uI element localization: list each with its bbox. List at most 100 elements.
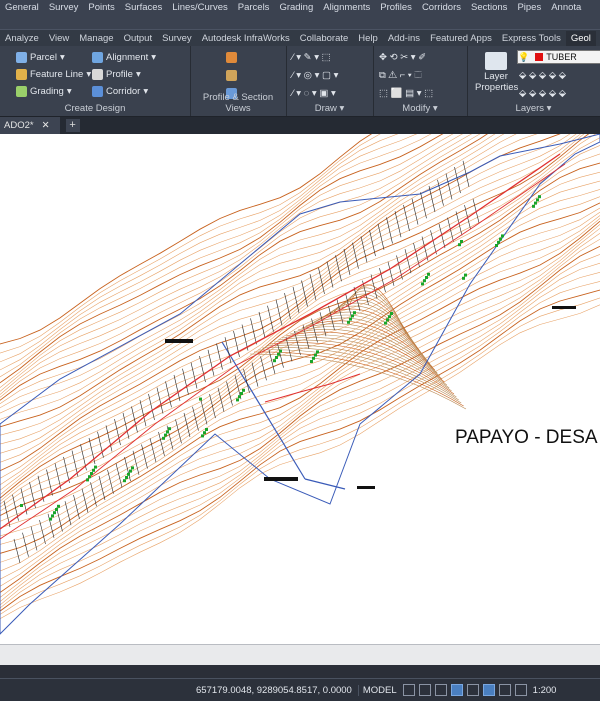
tree-marker xyxy=(347,320,350,324)
layer-stack-icon xyxy=(485,52,507,70)
menu-item-surfaces[interactable]: Surfaces xyxy=(120,2,168,13)
menu-item-profiles[interactable]: Profiles xyxy=(375,2,417,13)
layer-tools-row-2[interactable]: ⬙ ⬙ ⬙ ⬙ ⬙ xyxy=(519,88,566,99)
feature-line-label: Feature Line xyxy=(30,69,84,80)
copy-button[interactable]: ⧉ ⚠ ⌐ ▾ ⬚ xyxy=(379,70,422,81)
layer-tools-row-1[interactable]: ⬙ ⬙ ⬙ ⬙ ⬙ xyxy=(519,70,566,81)
lot-line xyxy=(260,356,267,381)
corridor-button[interactable]: Corridor ▾ xyxy=(92,86,148,97)
grid-icon[interactable] xyxy=(402,684,415,696)
move-button[interactable]: ✥ ⟲ ✂ ▾ ✐ xyxy=(379,52,426,63)
lot-line xyxy=(63,456,70,483)
tab-add-ins[interactable]: Add-ins xyxy=(383,33,425,44)
ribbon-tab-bar: Analyze View Manage Output Survey Autodesk In… xyxy=(0,29,600,47)
layer-properties-button[interactable]: Layer Properties xyxy=(475,52,518,93)
contour-line xyxy=(0,162,600,499)
menu-item-corridors[interactable]: Corridors xyxy=(417,2,466,13)
arc-tool-button[interactable]: ⁄ ▾ ◌ ▾ ▣ ▾ xyxy=(292,88,336,99)
alignment-button[interactable]: Alignment ▾ xyxy=(92,52,156,63)
tree-marker xyxy=(55,508,58,511)
tab-output[interactable]: Output xyxy=(119,33,158,44)
tree-marker xyxy=(316,350,319,354)
modify-title[interactable]: Modify ▾ xyxy=(373,103,467,114)
menu-item-survey[interactable]: Survey xyxy=(44,2,84,13)
lot-line xyxy=(335,255,342,282)
tree-marker xyxy=(458,243,461,247)
annotation-scale[interactable]: 1:200 xyxy=(533,685,557,696)
circle-tool-button[interactable]: ⁄ ▾ ◎ ▾ ▢ ▾ xyxy=(292,70,338,81)
tab-survey[interactable]: Survey xyxy=(157,33,197,44)
transparency-icon[interactable] xyxy=(514,684,527,696)
tree-marker xyxy=(127,472,130,476)
move-icon: ✥ ⟲ ✂ ▾ ✐ xyxy=(379,52,427,63)
model-space-button[interactable]: MODEL xyxy=(357,684,401,696)
tree-marker xyxy=(495,244,498,247)
osnap-icon[interactable] xyxy=(482,684,495,696)
menu-item-pipes[interactable]: Pipes xyxy=(512,2,546,13)
snap-icon[interactable] xyxy=(418,684,431,696)
menu-item-parcels[interactable]: Parcels xyxy=(233,2,275,13)
contour-line xyxy=(0,134,463,392)
tab-manage[interactable]: Manage xyxy=(74,33,118,44)
grading-button[interactable]: Grading ▾ xyxy=(16,86,72,97)
menu-item-alignments[interactable]: Alignments xyxy=(318,2,375,13)
menu-item-points[interactable]: Points xyxy=(83,2,119,13)
tree-marker xyxy=(384,321,387,325)
menu-item-sections[interactable]: Sections xyxy=(466,2,512,13)
layers-title[interactable]: Layers ▾ xyxy=(467,103,600,114)
profile-button[interactable]: Profile ▾ xyxy=(92,69,141,80)
tab-analyze[interactable]: Analyze xyxy=(0,33,44,44)
status-bar: 657179.0048, 9289054.8517, 0.0000 MODEL … xyxy=(0,678,600,701)
lot-line xyxy=(352,242,359,269)
lineweight-icon[interactable] xyxy=(498,684,511,696)
contour-line xyxy=(0,134,571,436)
tree-marker xyxy=(57,504,60,508)
tree-marker xyxy=(353,311,356,315)
contour-line xyxy=(0,134,590,472)
profile-label: Profile xyxy=(106,69,133,80)
draw-title[interactable]: Draw ▾ xyxy=(286,103,373,114)
menu-item-general[interactable]: General xyxy=(0,2,44,13)
infer-icon[interactable] xyxy=(434,684,447,696)
lightbulb-icon: 💡 xyxy=(518,51,530,62)
line-tool-button[interactable]: ⁄ ▾ ✎ ▾ ⬚ xyxy=(292,52,331,63)
tree-marker xyxy=(538,195,541,199)
layers-group: Layer Properties 💡 TUBER ⬙ ⬙ ⬙ ⬙ ⬙ ⬙ ⬙ ⬙ … xyxy=(467,46,600,116)
tab-view[interactable]: View xyxy=(44,33,74,44)
menu-item-lines-curves[interactable]: Lines/Curves xyxy=(167,2,232,13)
lot-line xyxy=(131,406,138,433)
tree-marker xyxy=(94,465,97,469)
drawing-tab[interactable]: ADO2* ✕ xyxy=(0,117,60,134)
drawing-canvas[interactable]: PAPAYO - DESA xyxy=(0,134,600,664)
polar-icon[interactable] xyxy=(466,684,479,696)
feature-line-button[interactable]: Feature Line ▾ xyxy=(16,69,91,80)
close-icon[interactable]: ✕ xyxy=(42,120,50,131)
topographic-plan xyxy=(0,134,600,635)
menu-item-grading[interactable]: Grading xyxy=(274,2,318,13)
tab-express-tools[interactable]: Express Tools xyxy=(497,33,566,44)
layer-tool-icons-2: ⬙ ⬙ ⬙ ⬙ ⬙ xyxy=(519,88,567,99)
tree-marker xyxy=(92,468,95,472)
tab-help[interactable]: Help xyxy=(353,33,383,44)
lot-line xyxy=(428,185,436,213)
text-block-4 xyxy=(552,306,576,309)
menu-item-annota[interactable]: Annota xyxy=(546,2,586,13)
profile-view-button[interactable] xyxy=(226,52,237,63)
new-tab-button[interactable]: + xyxy=(65,119,80,132)
command-line[interactable] xyxy=(0,644,600,665)
stretch-button[interactable]: ⬚ ⬜ ▤ ▾ ⬚ xyxy=(379,88,433,99)
tab-featured-apps[interactable]: Featured Apps xyxy=(425,33,497,44)
tab-autodesk-infraworks[interactable]: Autodesk InfraWorks xyxy=(197,33,295,44)
current-layer-dropdown[interactable]: 💡 TUBER xyxy=(517,50,600,64)
create-design-group: Parcel ▾ Feature Line ▾ Grading ▾ Alignm… xyxy=(0,46,191,116)
tree-marker xyxy=(129,469,132,473)
lot-line xyxy=(285,337,293,362)
tree-marker xyxy=(238,395,241,399)
parcel-button[interactable]: Parcel ▾ xyxy=(16,52,65,63)
arc-icon: ⁄ ▾ ◌ ▾ ▣ ▾ xyxy=(292,88,336,99)
tab-collaborate[interactable]: Collaborate xyxy=(295,33,354,44)
ortho-icon[interactable] xyxy=(450,684,463,696)
create-design-title[interactable]: Create Design xyxy=(0,103,190,114)
sample-lines-button[interactable] xyxy=(226,70,237,81)
tab-geol[interactable]: Geol xyxy=(565,31,596,46)
